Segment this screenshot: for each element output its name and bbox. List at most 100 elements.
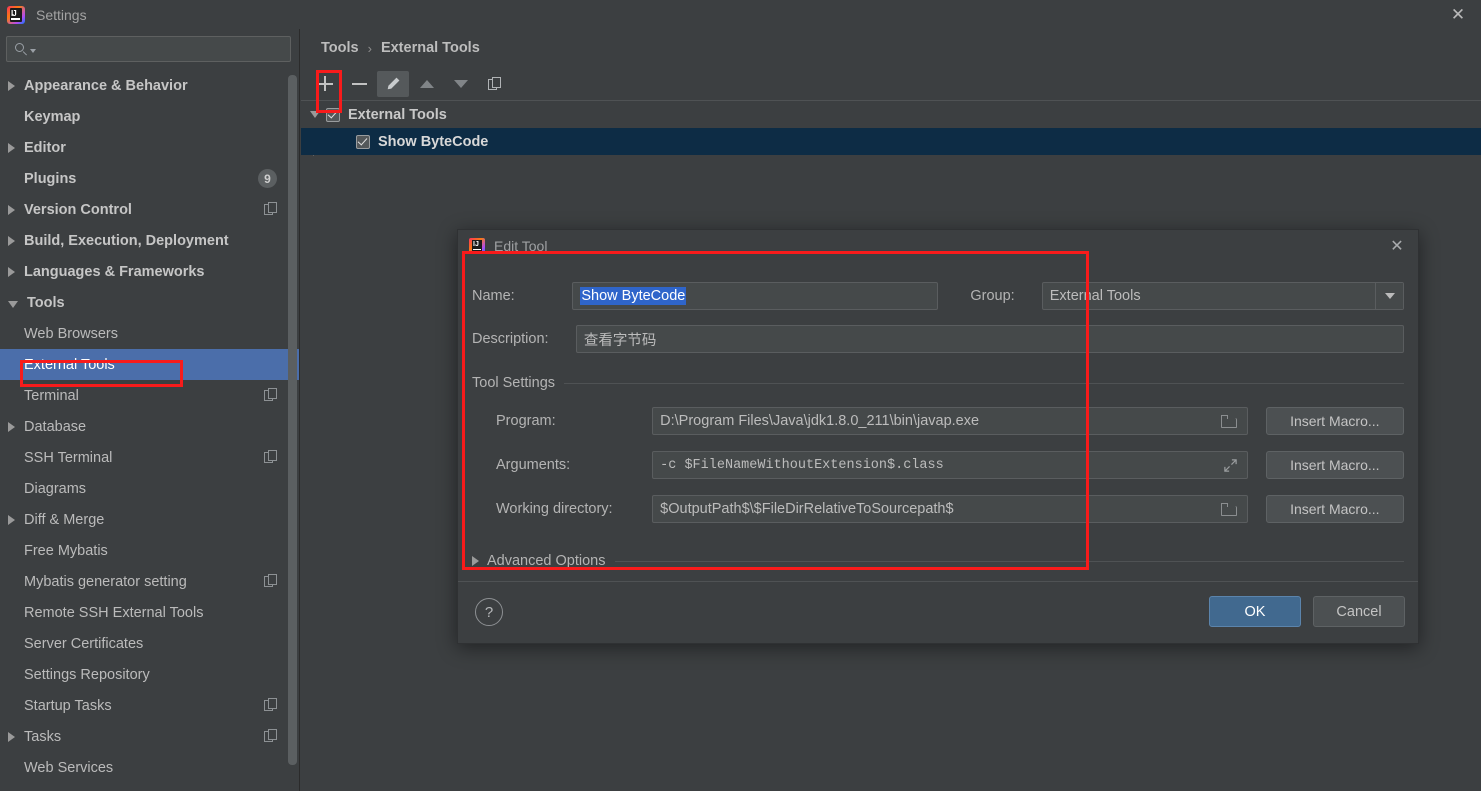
sidebar-item-external-tools[interactable]: External Tools — [0, 349, 299, 380]
add-button[interactable] — [309, 71, 341, 97]
description-row: Description: 查看字节码 — [472, 325, 1404, 353]
working-directory-input[interactable]: $OutputPath$\$FileDirRelativeToSourcepat… — [652, 495, 1248, 523]
tool-settings-title: Tool Settings — [472, 375, 556, 391]
group-label: Group: — [970, 288, 1015, 304]
name-input[interactable]: Show ByteCode — [572, 282, 939, 310]
window-title: Settings — [36, 6, 87, 23]
close-icon[interactable]: ✕ — [1435, 0, 1481, 29]
sidebar-item-version-control[interactable]: Version Control — [0, 194, 299, 225]
chevron-right-icon[interactable] — [8, 514, 15, 525]
copy-settings-icon — [264, 388, 277, 401]
remove-button[interactable] — [343, 71, 375, 97]
sidebar-item-label: Database — [24, 418, 87, 435]
insert-macro-arguments-button[interactable]: Insert Macro... — [1265, 451, 1404, 479]
name-input-value: Show ByteCode — [580, 287, 687, 305]
move-down-button[interactable] — [445, 71, 477, 97]
chevron-right-icon[interactable] — [8, 80, 15, 91]
chevron-right-icon[interactable] — [8, 266, 15, 277]
sidebar-item-label: Tasks — [24, 728, 62, 745]
sidebar-item-tasks[interactable]: Tasks — [0, 721, 299, 752]
working-directory-label: Working directory: — [496, 501, 613, 517]
sidebar-scrollbar-thumb[interactable] — [288, 75, 297, 765]
sidebar-item-web-services[interactable]: Web Services — [0, 752, 299, 783]
copy-button[interactable] — [479, 71, 511, 97]
sidebar-item-settings-repository[interactable]: Settings Repository — [0, 659, 299, 690]
sidebar-item-label: Languages & Frameworks — [24, 263, 205, 280]
sidebar-item-diagrams[interactable]: Diagrams — [0, 473, 299, 504]
name-group-row: Name: Show ByteCode Group: External Tool… — [472, 282, 1404, 310]
sidebar-item-keymap[interactable]: Keymap — [0, 101, 299, 132]
chevron-right-icon[interactable] — [8, 142, 15, 153]
tool-checkbox[interactable] — [356, 134, 370, 149]
description-label: Description: — [472, 331, 549, 347]
sidebar-item-web-browsers[interactable]: Web Browsers — [0, 318, 299, 349]
breadcrumb-root[interactable]: Tools — [321, 40, 359, 56]
program-input[interactable]: D:\Program Files\Java\jdk1.8.0_211\bin\j… — [652, 407, 1248, 435]
chevron-right-icon[interactable] — [472, 556, 479, 566]
move-up-button[interactable] — [411, 71, 443, 97]
group-combobox[interactable]: External Tools — [1041, 282, 1404, 310]
edit-pencil-icon — [387, 77, 400, 89]
chevron-right-icon[interactable] — [8, 204, 15, 215]
sidebar-item-label: SSH Terminal — [24, 449, 113, 466]
folder-browse-icon[interactable] — [1220, 503, 1237, 516]
chevron-right-icon[interactable] — [8, 235, 15, 246]
breadcrumb: Tools › External Tools — [301, 29, 1481, 67]
sidebar-item-label: Web Services — [24, 759, 114, 776]
folder-browse-icon[interactable] — [1220, 415, 1237, 428]
insert-macro-working-directory-button[interactable]: Insert Macro... — [1265, 495, 1404, 523]
description-input[interactable]: 查看字节码 — [575, 325, 1404, 353]
arguments-input[interactable]: -c $FileNameWithoutExtension$.class — [652, 451, 1248, 479]
add-icon — [317, 76, 333, 91]
sidebar-item-mybatis-generator-setting[interactable]: Mybatis generator setting — [0, 566, 299, 597]
sidebar-item-label: Web Browsers — [24, 325, 119, 342]
sidebar-item-database[interactable]: Database — [0, 411, 299, 442]
advanced-options-header[interactable]: Advanced Options — [472, 553, 1404, 569]
search-input[interactable] — [6, 36, 291, 62]
remove-icon — [351, 82, 367, 85]
sidebar-item-plugins[interactable]: Plugins 9 — [0, 163, 299, 194]
chevron-right-icon[interactable] — [8, 731, 15, 742]
ok-button[interactable]: OK — [1209, 596, 1301, 627]
insert-macro-program-button[interactable]: Insert Macro... — [1265, 407, 1404, 435]
group-checkbox[interactable] — [326, 107, 340, 122]
sidebar-item-editor[interactable]: Editor — [0, 132, 299, 163]
chevron-down-icon[interactable] — [8, 300, 18, 308]
copy-settings-icon — [264, 698, 277, 711]
chevron-right-icon[interactable] — [8, 421, 15, 432]
dialog-close-icon[interactable]: ✕ — [1386, 235, 1408, 257]
copy-settings-icon — [264, 202, 277, 215]
chevron-down-icon[interactable] — [310, 111, 320, 118]
sidebar-item-tools[interactable]: Tools — [0, 287, 299, 318]
sidebar-item-label: External Tools — [24, 356, 115, 373]
search-wrapper — [0, 29, 299, 68]
copy-icon — [488, 76, 502, 91]
tree-row-group[interactable]: External Tools — [301, 101, 1481, 128]
sidebar-item-startup-tasks[interactable]: Startup Tasks — [0, 690, 299, 721]
sidebar-item-label: Free Mybatis — [24, 542, 108, 559]
sidebar-item-appearance-behavior[interactable]: Appearance & Behavior — [0, 70, 299, 101]
expand-editor-icon[interactable] — [1223, 458, 1238, 473]
sidebar-item-build-execution-deployment[interactable]: Build, Execution, Deployment — [0, 225, 299, 256]
sidebar-item-label: Mybatis generator setting — [24, 573, 187, 590]
sidebar-item-ssh-terminal[interactable]: SSH Terminal — [0, 442, 299, 473]
move-down-icon — [454, 79, 468, 88]
sidebar-item-languages-frameworks[interactable]: Languages & Frameworks — [0, 256, 299, 287]
cancel-button[interactable]: Cancel — [1313, 596, 1405, 627]
sidebar-item-server-certificates[interactable]: Server Certificates — [0, 628, 299, 659]
dialog-footer: ? OK Cancel — [458, 581, 1418, 643]
help-button[interactable]: ? — [475, 598, 503, 626]
program-row: Program: D:\Program Files\Java\jdk1.8.0_… — [472, 407, 1404, 435]
plugins-update-badge: 9 — [258, 169, 277, 188]
arguments-row: Arguments: -c $FileNameWithoutExtension$… — [472, 451, 1404, 479]
sidebar-item-free-mybatis[interactable]: Free Mybatis — [0, 535, 299, 566]
chevron-down-icon[interactable] — [1375, 283, 1403, 309]
working-directory-input-value: $OutputPath$\$FileDirRelativeToSourcepat… — [660, 501, 954, 517]
sidebar-item-diff-merge[interactable]: Diff & Merge — [0, 504, 299, 535]
sidebar-item-remote-ssh-external-tools[interactable]: Remote SSH External Tools — [0, 597, 299, 628]
program-label: Program: — [496, 413, 556, 429]
arguments-label: Arguments: — [496, 457, 571, 473]
tree-row-tool[interactable]: Show ByteCode — [301, 128, 1481, 155]
sidebar-item-terminal[interactable]: Terminal — [0, 380, 299, 411]
edit-button[interactable] — [377, 70, 409, 97]
